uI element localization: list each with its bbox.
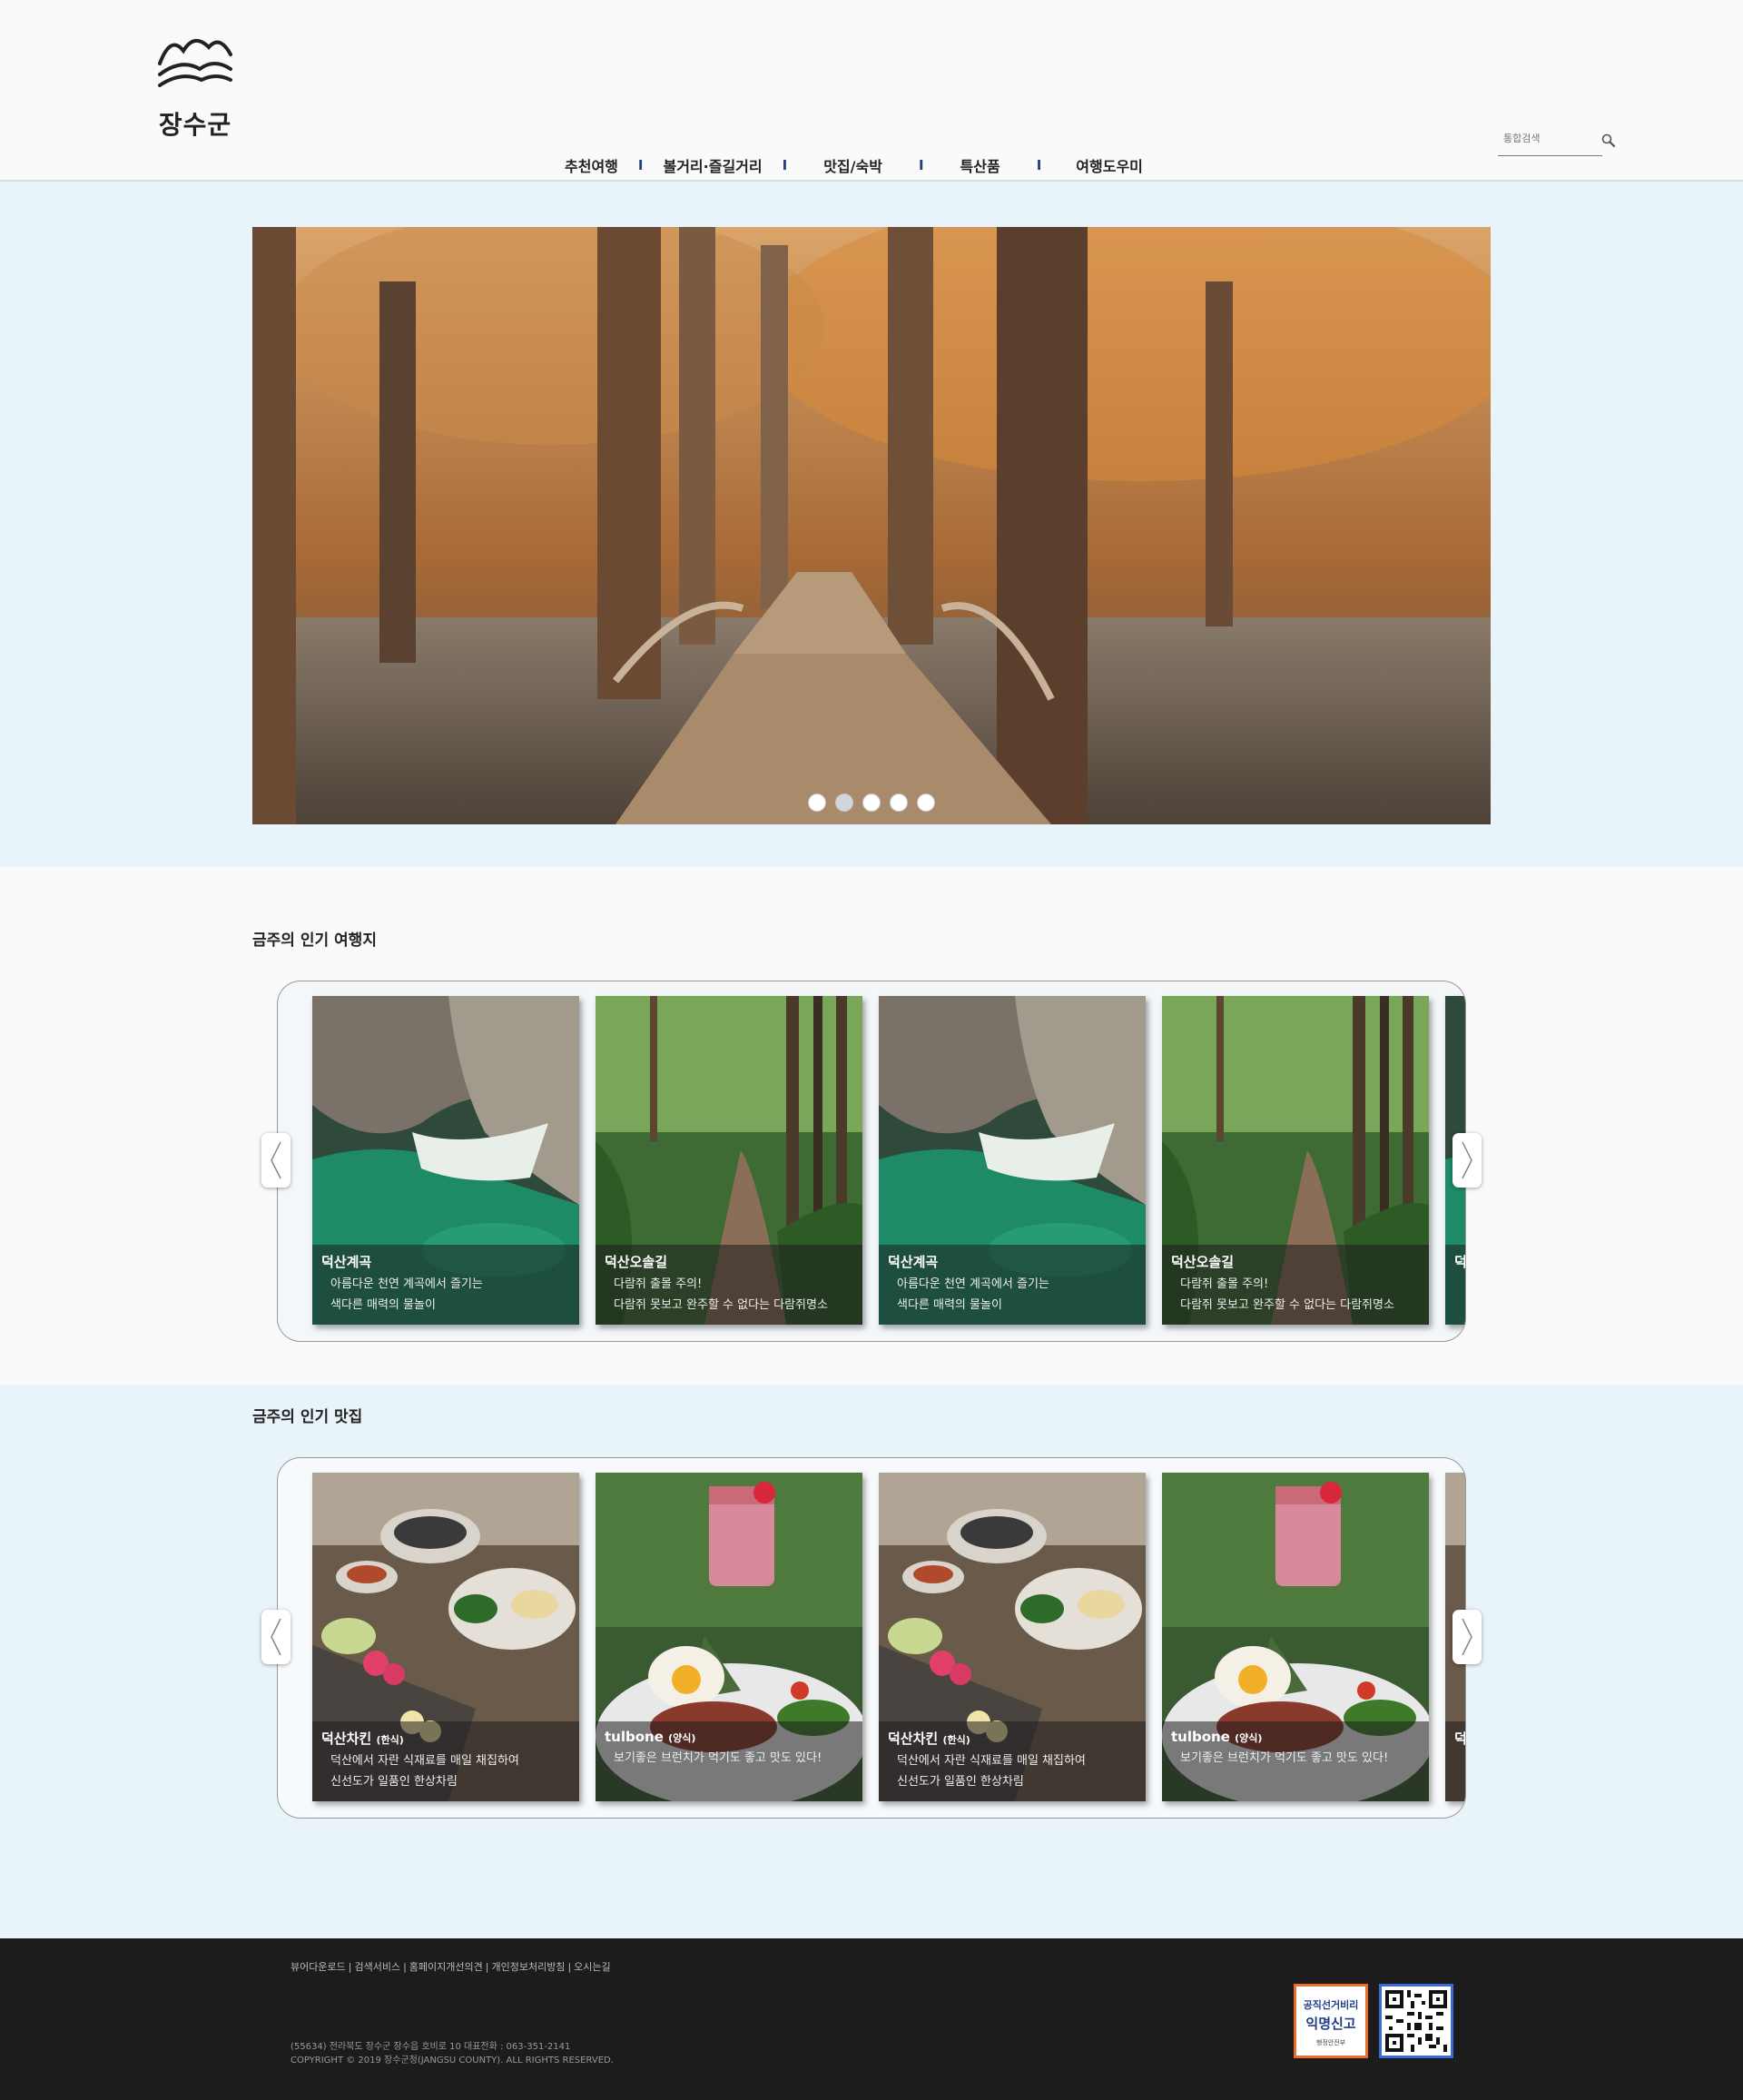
mountain-logo-icon [158, 39, 232, 87]
food-next-arrow[interactable] [1452, 1610, 1482, 1664]
badge-line3: 행정안전부 [1315, 2039, 1346, 2046]
food-card[interactable]: 덕산차킨 (한식) 덕산에서 자란 식재료를 매일 채집하여 신선도가 일품인 … [312, 1473, 579, 1801]
slide-dot-3[interactable] [862, 794, 881, 812]
card-title: 덕 [1454, 1254, 1466, 1270]
food-card[interactable]: 덕산차킨 (한식) 덕산에서 자란 식재료를 매일 채집하여 신선도가 일품인 … [879, 1473, 1146, 1801]
card-desc: 색다른 매력의 물놀이 [897, 1298, 1002, 1312]
card-title: 덕산차킨 (한식) [888, 1730, 970, 1747]
search-box [1498, 127, 1616, 156]
travel-track: 덕산계곡 아름다운 천연 계곡에서 즐기는 색다른 매력의 물놀이 덕산오솔길 … [312, 996, 1466, 1325]
card-title: 덕 [1454, 1730, 1466, 1747]
card-caption: 덕산오솔길 다람쥐 출몰 주의! 다람쥐 못보고 완주할 수 없다는 다람쥐명소 [1162, 1245, 1429, 1325]
search-icon[interactable] [1600, 133, 1617, 149]
travel-carousel: 덕산계곡 아름다운 천연 계곡에서 즐기는 색다른 매력의 물놀이 덕산오솔길 … [277, 981, 1466, 1342]
badge-line1: 공직선거비리 [1303, 1999, 1359, 2011]
card-caption: 덕산차킨 (한식) 덕산에서 자란 식재료를 매일 채집하여 신선도가 일품인 … [312, 1721, 579, 1801]
card-desc: 보기좋은 브런치가 먹기도 좋고 맛도 있다! [1180, 1751, 1389, 1765]
card-title: 덕산오솔길 [1171, 1254, 1235, 1270]
food-card[interactable]: tulbone (양식) 보기좋은 브런치가 먹기도 좋고 맛도 있다! [1162, 1473, 1429, 1801]
card-title: 덕산오솔길 [605, 1254, 668, 1270]
food-track: 덕산차킨 (한식) 덕산에서 자란 식재료를 매일 채집하여 신선도가 일품인 … [312, 1473, 1466, 1801]
footer-link-search[interactable]: 검색서비스 [354, 1961, 400, 1973]
food-card[interactable]: tulbone (양식) 보기좋은 브런치가 먹기도 좋고 맛도 있다! [596, 1473, 862, 1801]
travel-section-title: 금주의 인기 여행지 [252, 932, 377, 950]
nav-item-recommended[interactable]: 추천여행 [545, 154, 638, 176]
food-carousel: 덕산차킨 (한식) 덕산에서 자란 식재료를 매일 채집하여 신선도가 일품인 … [277, 1457, 1466, 1819]
site-logo[interactable]: 장수군 [154, 27, 236, 140]
hero-autumn-forest-image [252, 227, 1491, 824]
card-desc: 다람쥐 못보고 완주할 수 없다는 다람쥐명소 [614, 1298, 828, 1312]
nav-item-travel-helper[interactable]: 여행도우미 [1041, 154, 1177, 176]
footer-address: (55634) 전라북도 장수군 장수읍 호비로 10 대표전화 : 063-3… [290, 2040, 614, 2067]
main-nav: 추천여행 I 볼거리·즐길거리 I 맛집/숙박 I 특산품 I 여행도우미 [545, 154, 1177, 176]
card-desc: 신선도가 일품인 한상차림 [330, 1775, 458, 1789]
travel-prev-arrow[interactable] [261, 1133, 290, 1188]
food-section-title: 금주의 인기 맛집 [252, 1408, 363, 1426]
slide-dot-4[interactable] [890, 794, 908, 812]
copyright-text: COPYRIGHT © 2019 장수군청(JANGSU COUNTY). AL… [290, 2056, 614, 2065]
footer-link-privacy[interactable]: 개인정보처리방침 [491, 1961, 565, 1973]
card-caption: tulbone (양식) 보기좋은 브런치가 먹기도 좋고 맛도 있다! [596, 1721, 862, 1801]
footer-links: 뷰어다운로드 | 검색서비스 | 홈페이지개선의견 | 개인정보처리방침 | 오시는길 [290, 1961, 611, 1973]
election-report-badge[interactable]: 공직선거비리 익명신고 행정안전부 [1294, 1984, 1368, 2058]
travel-card[interactable]: 덕산계곡 아름다운 천연 계곡에서 즐기는 색다른 매력의 물놀이 [312, 996, 579, 1325]
card-title: 덕산계곡 [321, 1254, 372, 1270]
travel-card[interactable]: 덕산오솔길 다람쥐 출몰 주의! 다람쥐 못보고 완주할 수 없다는 다람쥐명소 [596, 996, 862, 1325]
nav-item-food-stay[interactable]: 맛집/숙박 [787, 154, 919, 176]
search-input[interactable] [1498, 127, 1584, 150]
card-caption: 덕 [1445, 1245, 1466, 1325]
card-desc: 덕산에서 자란 식재료를 매일 채집하여 [897, 1754, 1086, 1768]
card-title: tulbone (양식) [605, 1729, 696, 1745]
card-desc: 다람쥐 출몰 주의! [614, 1277, 703, 1291]
slide-dot-1[interactable] [808, 794, 826, 812]
hero-slider[interactable] [252, 227, 1491, 824]
card-desc: 아름다운 천연 계곡에서 즐기는 [897, 1277, 1049, 1291]
address-text: (55634) 전라북도 장수군 장수읍 호비로 10 대표전화 : 063-3… [290, 2042, 571, 2052]
travel-card[interactable]: 덕산오솔길 다람쥐 출몰 주의! 다람쥐 못보고 완주할 수 없다는 다람쥐명소 [1162, 996, 1429, 1325]
site-header: 장수군 추천여행 I 볼거리·즐길거리 I 맛집/숙박 I 특산품 I 여행도우… [0, 0, 1743, 182]
travel-next-arrow[interactable] [1452, 1133, 1482, 1188]
footer-link-feedback[interactable]: 홈페이지개선의견 [409, 1961, 483, 1973]
badge-line2: 익명신고 [1305, 2016, 1356, 2032]
card-desc: 보기좋은 브런치가 먹기도 좋고 맛도 있다! [614, 1751, 822, 1765]
card-desc: 아름다운 천연 계곡에서 즐기는 [330, 1277, 483, 1291]
nav-item-attractions[interactable]: 볼거리·즐길거리 [643, 154, 782, 176]
card-title: tulbone (양식) [1171, 1729, 1263, 1745]
card-title: 덕산차킨 (한식) [321, 1730, 404, 1747]
nav-item-specialties[interactable]: 특산품 [924, 154, 1037, 176]
site-footer: 뷰어다운로드 | 검색서비스 | 홈페이지개선의견 | 개인정보처리방침 | 오시는길 (556… [0, 1938, 1743, 2100]
qr-code[interactable] [1379, 1984, 1453, 2058]
slide-dot-2[interactable] [835, 794, 853, 812]
card-caption: tulbone (양식) 보기좋은 브런치가 먹기도 좋고 맛도 있다! [1162, 1721, 1429, 1801]
card-desc: 색다른 매력의 물놀이 [330, 1298, 436, 1312]
card-caption: 덕산계곡 아름다운 천연 계곡에서 즐기는 색다른 매력의 물놀이 [312, 1245, 579, 1325]
hero-pagination [252, 794, 1491, 812]
card-desc: 덕산에서 자란 식재료를 매일 채집하여 [330, 1754, 519, 1768]
card-caption: 덕산차킨 (한식) 덕산에서 자란 식재료를 매일 채집하여 신선도가 일품인 … [879, 1721, 1146, 1801]
footer-link-viewer[interactable]: 뷰어다운로드 [290, 1961, 346, 1973]
card-caption: 덕산계곡 아름다운 천연 계곡에서 즐기는 색다른 매력의 물놀이 [879, 1245, 1146, 1325]
qr-code-icon [1385, 1990, 1447, 2052]
card-desc: 신선도가 일품인 한상차림 [897, 1775, 1024, 1789]
travel-card[interactable]: 덕산계곡 아름다운 천연 계곡에서 즐기는 색다른 매력의 물놀이 [879, 996, 1146, 1325]
card-caption: 덕산오솔길 다람쥐 출몰 주의! 다람쥐 못보고 완주할 수 없다는 다람쥐명소 [596, 1245, 862, 1325]
card-desc: 다람쥐 출몰 주의! [1180, 1277, 1269, 1291]
slide-dot-5[interactable] [917, 794, 935, 812]
footer-link-directions[interactable]: 오시는길 [574, 1961, 610, 1973]
card-title: 덕산계곡 [888, 1254, 939, 1270]
card-caption: 덕 [1445, 1721, 1466, 1801]
card-desc: 다람쥐 못보고 완주할 수 없다는 다람쥐명소 [1180, 1298, 1394, 1312]
logo-text: 장수군 [158, 110, 232, 140]
food-prev-arrow[interactable] [261, 1610, 290, 1664]
